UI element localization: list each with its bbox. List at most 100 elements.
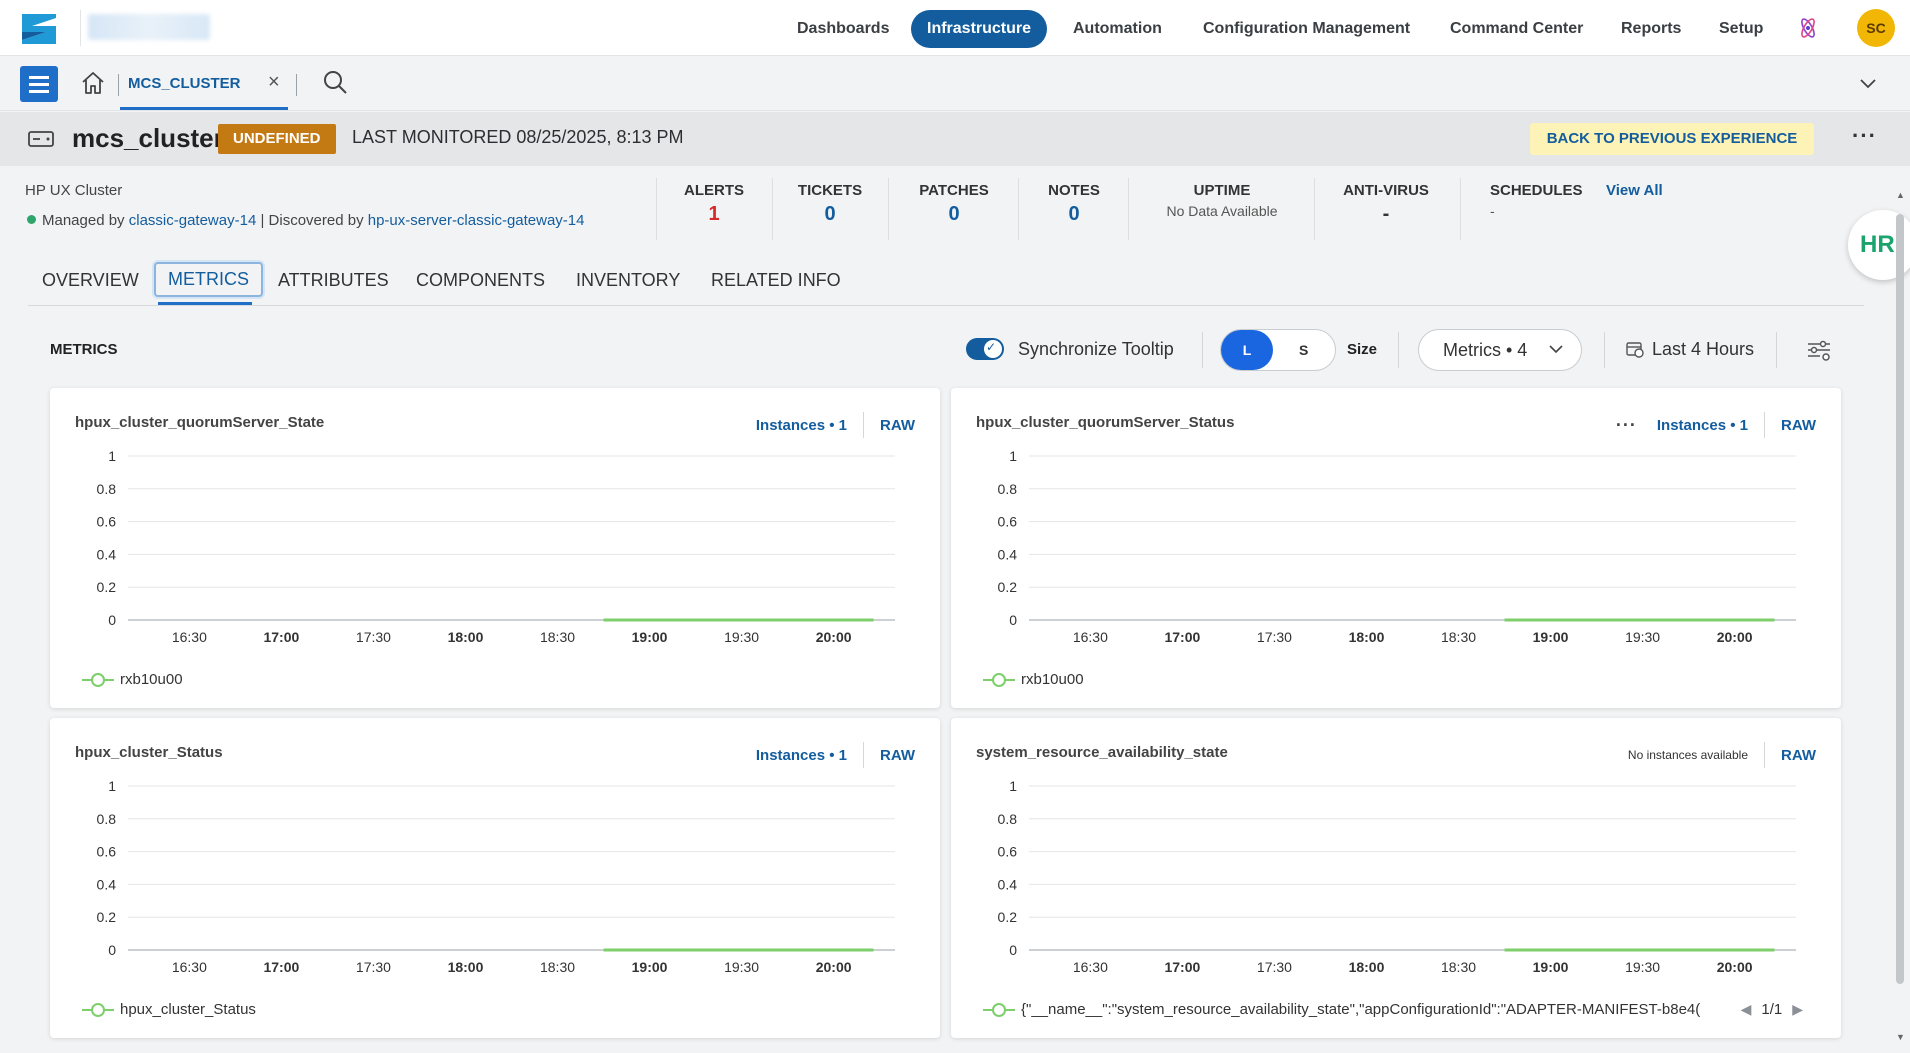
synchronize-tooltip-toggle[interactable]	[966, 338, 1004, 360]
panel-title: hpux_cluster_quorumServer_Status	[976, 414, 1235, 431]
y-tick-label: 0	[1009, 612, 1017, 628]
chart-legend[interactable]: rxb10u00	[82, 671, 183, 688]
close-icon[interactable]: ×	[268, 71, 280, 94]
chart-legend[interactable]: rxb10u00	[983, 671, 1084, 688]
nav-command-center[interactable]: Command Center	[1450, 10, 1583, 48]
y-tick-label: 0	[108, 612, 116, 628]
y-tick-label: 0.6	[97, 514, 117, 530]
home-icon[interactable]	[80, 70, 106, 96]
x-tick-label: 19:30	[724, 959, 759, 975]
view-all-link[interactable]: View All	[1606, 182, 1663, 199]
nav-dashboards[interactable]: Dashboards	[797, 10, 889, 48]
tab-metrics[interactable]: METRICS	[154, 262, 263, 297]
y-tick-label: 0.4	[97, 546, 117, 562]
filter-settings-icon[interactable]	[1806, 338, 1832, 362]
hamburger-menu-button[interactable]	[20, 66, 58, 102]
open-tab-underline	[120, 107, 288, 110]
open-tab-mcs-cluster[interactable]: MCS_CLUSTER	[128, 75, 241, 92]
stat-alerts[interactable]: ALERTS 1	[674, 182, 754, 226]
stat-tickets[interactable]: TICKETS 0	[790, 182, 870, 226]
calendar-clock-icon[interactable]	[1626, 340, 1644, 358]
nav-setup[interactable]: Setup	[1719, 10, 1763, 48]
panel-actions: ··· Instances • 1 RAW	[1616, 412, 1816, 438]
nav-configuration-management[interactable]: Configuration Management	[1203, 10, 1410, 48]
time-range-selector[interactable]: Last 4 Hours	[1652, 339, 1754, 360]
stat-notes[interactable]: NOTES 0	[1036, 182, 1112, 226]
next-page-icon[interactable]: ▶	[1792, 1001, 1803, 1018]
y-tick-label: 0.8	[998, 481, 1018, 497]
stat-divider	[656, 178, 657, 240]
managed-by-link[interactable]: classic-gateway-14	[129, 212, 257, 229]
stat-label: SCHEDULES	[1490, 182, 1583, 199]
x-tick-label: 17:30	[356, 959, 391, 975]
managed-by-label: Managed by	[42, 212, 125, 229]
metrics-dropdown[interactable]: Metrics • 4	[1418, 329, 1582, 371]
scroll-down-icon[interactable]: ▼	[1896, 1032, 1905, 1042]
chevron-down-icon[interactable]	[1858, 73, 1878, 93]
stat-uptime: UPTIME No Data Available	[1146, 182, 1298, 219]
stat-label: ALERTS	[684, 182, 744, 199]
nav-automation[interactable]: Automation	[1073, 10, 1162, 48]
y-tick-label: 0.2	[998, 909, 1018, 925]
raw-link[interactable]: RAW	[880, 747, 915, 764]
scroll-up-icon[interactable]: ▲	[1896, 190, 1905, 200]
atom-icon[interactable]	[1796, 16, 1820, 40]
y-tick-label: 1	[1009, 448, 1017, 464]
more-options-icon[interactable]: ···	[1852, 123, 1877, 149]
raw-link[interactable]: RAW	[1781, 747, 1816, 764]
search-icon[interactable]	[322, 69, 348, 95]
stat-divider	[1018, 178, 1019, 240]
nav-infrastructure[interactable]: Infrastructure	[911, 10, 1048, 48]
more-options-icon[interactable]: ···	[1616, 415, 1637, 436]
raw-link[interactable]: RAW	[880, 417, 915, 434]
discovered-by-link[interactable]: hp-ux-server-classic-gateway-14	[368, 212, 585, 229]
instances-link[interactable]: Instances • 1	[1657, 417, 1748, 434]
x-tick-label: 18:30	[540, 629, 575, 645]
stat-patches[interactable]: PATCHES 0	[906, 182, 1002, 226]
redacted-brand-name	[88, 14, 210, 40]
size-small-button[interactable]: S	[1299, 330, 1308, 370]
prev-page-icon[interactable]: ◀	[1741, 1001, 1752, 1018]
legend-label: hpux_cluster_Status	[120, 1001, 256, 1018]
tab-attributes[interactable]: ATTRIBUTES	[278, 270, 389, 291]
y-tick-label: 0	[1009, 942, 1017, 958]
brand-logo-icon[interactable]	[22, 14, 56, 44]
page-scrollbar[interactable]: ▲ ▼	[1894, 190, 1906, 1050]
y-tick-label: 1	[1009, 778, 1017, 794]
pager-text: 1/1	[1761, 1001, 1783, 1018]
x-tick-label: 18:00	[1349, 959, 1385, 975]
x-tick-label: 20:00	[816, 629, 852, 645]
toolbar-divider	[1776, 332, 1777, 368]
user-avatar[interactable]: SC	[1857, 9, 1895, 47]
toolbar-divider	[1604, 332, 1605, 368]
x-tick-label: 17:00	[1164, 629, 1200, 645]
chart-legend[interactable]: {"__name__":"system_resource_availabilit…	[983, 1001, 1703, 1018]
chart-legend[interactable]: hpux_cluster_Status	[82, 1001, 256, 1018]
device-summary: HP UX Cluster Managed by classic-gateway…	[0, 166, 1910, 250]
x-tick-label: 17:30	[1257, 959, 1292, 975]
size-large-button[interactable]: L	[1221, 330, 1273, 370]
y-tick-label: 0.8	[97, 481, 117, 497]
x-tick-label: 18:30	[540, 959, 575, 975]
back-to-previous-experience-button[interactable]: BACK TO PREVIOUS EXPERIENCE	[1530, 123, 1814, 155]
x-tick-label: 18:00	[1349, 629, 1385, 645]
metric-panel: system_resource_availability_state No in…	[951, 718, 1841, 1038]
synchronize-tooltip-label: Synchronize Tooltip	[1018, 339, 1174, 359]
instances-link[interactable]: Instances • 1	[756, 417, 847, 434]
legend-marker-icon	[82, 1002, 114, 1017]
y-tick-label: 0.4	[97, 876, 117, 892]
y-tick-label: 0.2	[97, 579, 117, 595]
tab-components[interactable]: COMPONENTS	[416, 270, 545, 291]
device-title: mcs_cluster	[72, 123, 224, 153]
raw-link[interactable]: RAW	[1781, 417, 1816, 434]
scroll-thumb[interactable]	[1896, 214, 1904, 984]
stat-value: 0	[824, 203, 836, 225]
tab-related-info[interactable]: RELATED INFO	[711, 270, 841, 291]
panel-title: hpux_cluster_quorumServer_State	[75, 414, 325, 431]
panel-actions: No instances available RAW	[1628, 742, 1816, 768]
tab-inventory[interactable]: INVENTORY	[576, 270, 680, 291]
tab-overview[interactable]: OVERVIEW	[42, 270, 139, 291]
legend-marker-icon	[82, 672, 114, 687]
nav-reports[interactable]: Reports	[1621, 10, 1681, 48]
instances-link[interactable]: Instances • 1	[756, 747, 847, 764]
